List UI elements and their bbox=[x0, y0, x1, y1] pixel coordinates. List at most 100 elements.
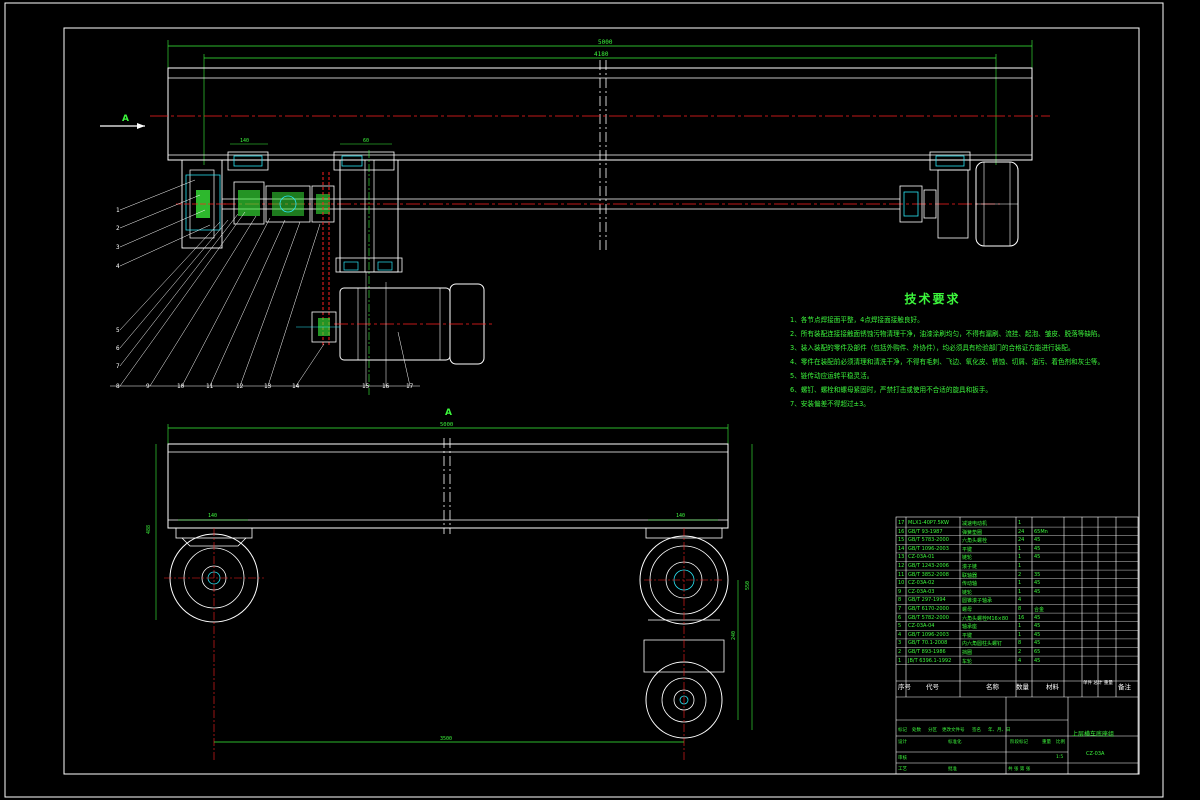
bom-cell-no: 13 bbox=[898, 554, 905, 561]
bom-cell-mat: 45 bbox=[1034, 614, 1041, 621]
tech-req-item: 6、螺钉、螺栓和螺母紧固时，严禁打击或使用不合适的旋具和扳手。 bbox=[790, 386, 993, 394]
bom-header-qty: 数量 bbox=[1016, 683, 1029, 691]
part-number-label: 10 bbox=[177, 383, 185, 390]
part-number-label: 11 bbox=[206, 383, 214, 390]
bom-cell-no: 2 bbox=[898, 649, 902, 655]
bom-cell-code: GB/T 297-1994 bbox=[908, 597, 946, 604]
bom-cell-name: 圆锥滚子轴承 bbox=[962, 598, 993, 605]
technical-requirements: 技术要求 1、各节点焊接面平整，4点焊接面接触良好。 2、所有装配连接接触面锈蚀污… bbox=[790, 290, 1135, 411]
bom-cell-code: GB/T 893-1986 bbox=[908, 649, 946, 655]
bom-cell-name: 滚子链 bbox=[962, 564, 978, 570]
bom-cell-name: 六角头螺栓M16×80 bbox=[962, 615, 1009, 622]
drawing-title: 上层横车底座组 bbox=[1072, 731, 1115, 738]
bom-cell-no: 7 bbox=[898, 606, 902, 612]
bom-cell-code: CZ-03A-03 bbox=[908, 588, 935, 595]
bom-cell-no: 4 bbox=[898, 631, 902, 638]
bom-cell-name: 螺母 bbox=[962, 607, 973, 613]
tb-count: 处数 bbox=[912, 728, 921, 733]
bom-cell-name: 车轮 bbox=[962, 658, 973, 665]
bom-cell-code: GB/T 5783-2000 bbox=[908, 537, 949, 544]
bom-cell-no: 17 bbox=[898, 520, 905, 526]
tb-zone: 分区 bbox=[928, 728, 937, 733]
bom-cell-no: 16 bbox=[898, 528, 905, 535]
bom-cell-qty: 24 bbox=[1018, 528, 1025, 535]
dim-bottom-span: 3500 bbox=[440, 736, 452, 742]
dim-bottom-l1: 140 bbox=[208, 513, 217, 519]
bom-cell-name: 链轮 bbox=[962, 589, 973, 596]
bom-cell-mat: 45 bbox=[1034, 631, 1041, 638]
bom-cell-name: 链轮 bbox=[962, 555, 973, 562]
part-number-label: 9 bbox=[146, 383, 150, 390]
bom-header-mat: 材料 bbox=[1046, 683, 1059, 691]
bom-cell-qty: 24 bbox=[1018, 537, 1025, 544]
bom-cell-mat: 45 bbox=[1034, 623, 1041, 630]
bom-cell-qty: 4 bbox=[1018, 657, 1022, 664]
bom-cell-name: 平键 bbox=[962, 632, 973, 639]
bom-cell-code: GB/T 6170-2000 bbox=[908, 606, 949, 612]
bom-cell-qty: 4 bbox=[1018, 597, 1022, 604]
tech-req-item: 1、各节点焊接面平整，4点焊接面接触良好。 bbox=[790, 316, 924, 324]
bom-cell-qty: 2 bbox=[1018, 649, 1022, 655]
bom-cell-qty: 1 bbox=[1018, 588, 1022, 595]
tb-change: 更改文件号 bbox=[942, 728, 965, 733]
bom-cell-code: GB/T 1096-2003 bbox=[908, 631, 949, 638]
tb-standardize: 标准化 bbox=[948, 740, 962, 745]
part-number-label: 14 bbox=[292, 383, 300, 390]
bom-header-code: 代号 bbox=[926, 683, 939, 691]
bom-cell-name: 挡圈 bbox=[962, 650, 973, 656]
bom-cell-code: CZ-03A-02 bbox=[908, 580, 935, 587]
bom-cell-mat: 65Mn bbox=[1034, 528, 1048, 535]
tech-req-item: 2、所有装配连接接触面锈蚀污物清理干净，油漆涂刷均匀，不得有漏刷、流挂、起泡、皱… bbox=[790, 330, 1105, 338]
dim-offset-2: 60 bbox=[363, 138, 369, 144]
tb-designer: 设计 bbox=[898, 740, 907, 745]
drawing-code: CZ-03A bbox=[1086, 751, 1105, 757]
part-number-label: 3 bbox=[116, 244, 120, 251]
part-number-label: 7 bbox=[116, 363, 120, 370]
bom-header-no: 序号 bbox=[898, 683, 911, 691]
bom-cell-name: 平键 bbox=[962, 546, 973, 553]
dim-top-inner: 4180 bbox=[594, 51, 609, 58]
bom-cell-code: GB/T 93-1987 bbox=[908, 528, 943, 535]
bom-cell-name: 减速电动机 bbox=[962, 521, 988, 527]
tech-req-list: 1、各节点焊接面平整，4点焊接面接触良好。 2、所有装配连接接触面锈蚀污物清理干净… bbox=[790, 313, 1135, 411]
part-number-label: 15 bbox=[362, 383, 370, 390]
dim-side-h3: 550 bbox=[745, 581, 751, 590]
bom-cell-no: 8 bbox=[898, 597, 902, 604]
bom-cell-name: 弹簧垫圈 bbox=[962, 529, 983, 536]
bom-cell-no: 9 bbox=[898, 588, 902, 595]
tech-req-title: 技术要求 bbox=[904, 292, 961, 306]
bom-cell-mat: 35 bbox=[1034, 571, 1041, 578]
tech-req-item: 3、装入装配的零件及部件（包括外购件、外协件），均必须具有检验部门的合格证方能进… bbox=[790, 344, 1075, 352]
bom-cell-qty: 2 bbox=[1018, 571, 1022, 578]
bom-cell-mat: 45 bbox=[1034, 640, 1041, 647]
part-number-label: 8 bbox=[116, 383, 120, 390]
section-marker-bottom: A bbox=[445, 408, 452, 418]
bom-cell-no: 12 bbox=[898, 563, 905, 569]
dim-bottom-overall: 5000 bbox=[440, 422, 453, 428]
bom-cell-mat: 45 bbox=[1034, 545, 1041, 552]
bom-cell-code: GB/T 1243-2006 bbox=[908, 563, 949, 569]
part-number-label: 1 bbox=[116, 207, 120, 214]
bom-cell-mat: 45 bbox=[1034, 588, 1041, 595]
tb-stage: 阶段标记 bbox=[1010, 740, 1028, 745]
bom-cell-qty: 1 bbox=[1018, 580, 1022, 587]
tb-scale-value: 1:5 bbox=[1056, 755, 1064, 760]
bom-cell-mat: 合金 bbox=[1034, 607, 1045, 613]
bom-cell-code: GB/T 1096-2003 bbox=[908, 545, 949, 552]
tech-req-item: 4、零件在装配前必须清理和清洗干净，不得有毛刺、飞边、氧化皮、锈蚀、切屑、油污、… bbox=[790, 358, 1105, 366]
bom-header-name: 名称 bbox=[986, 683, 999, 691]
bom-cell-code: CZ-03A-01 bbox=[908, 554, 935, 561]
part-number-label: 12 bbox=[236, 383, 244, 390]
bom-cell-no: 3 bbox=[898, 640, 902, 647]
bom-cell-mat: 45 bbox=[1034, 657, 1041, 664]
bom-cell-name: 内六角圆柱头螺钉 bbox=[962, 641, 1003, 648]
part-number-label: 6 bbox=[116, 345, 120, 352]
bom-cell-qty: 1 bbox=[1018, 554, 1022, 561]
bom-cell-qty: 1 bbox=[1018, 623, 1022, 630]
tb-approve: 批准 bbox=[948, 767, 957, 772]
bom-cell-code: GB/T 70.1-2008 bbox=[908, 640, 948, 647]
title-block: 17 MLX1-40P7.5KW 减速电动机 1 16 GB/T 93-1987 弹簧垫圈 2… bbox=[896, 517, 1138, 774]
part-number-label: 2 bbox=[116, 225, 120, 232]
tb-process: 工艺 bbox=[898, 767, 907, 772]
section-marker-top: A bbox=[122, 114, 129, 124]
